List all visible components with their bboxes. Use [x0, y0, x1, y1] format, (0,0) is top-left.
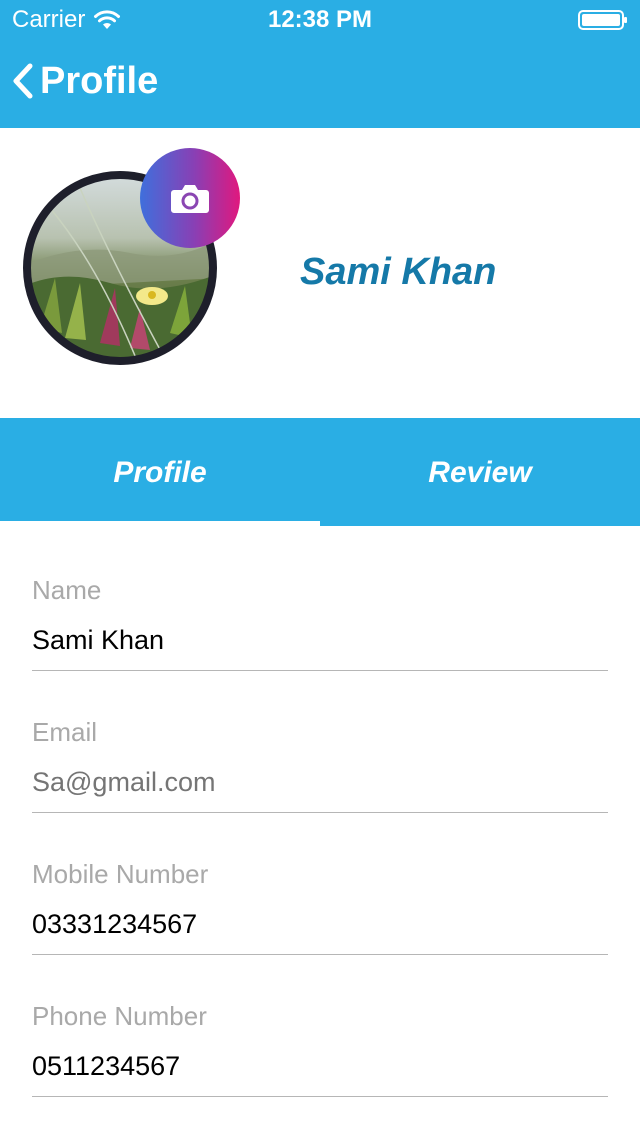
navigation-bar: Profile	[0, 40, 640, 128]
mobile-number-field[interactable]	[32, 904, 608, 944]
status-bar: Carrier 12:38 PM	[0, 0, 640, 40]
nav-title: Profile	[40, 60, 159, 102]
phone-label: Phone Number	[32, 1001, 207, 1031]
name-field[interactable]	[32, 620, 608, 660]
name-field-group: Name	[32, 556, 608, 698]
change-photo-button[interactable]	[140, 148, 240, 248]
tab-bar: Profile Review	[0, 418, 640, 526]
battery-icon	[578, 10, 627, 30]
mobile-label: Mobile Number	[32, 859, 209, 889]
profile-section: Sami Khan	[0, 128, 640, 418]
chevron-left-icon	[13, 63, 33, 99]
profile-form: Name Email Mobile Number Phone Number	[32, 556, 608, 1124]
name-underline	[32, 670, 608, 671]
email-label: Email	[32, 717, 98, 747]
active-tab-indicator	[0, 521, 320, 526]
phone-underline	[32, 1096, 608, 1097]
profile-name: Sami Khan	[300, 251, 497, 293]
name-label: Name	[32, 575, 102, 605]
email-underline	[32, 812, 608, 813]
camera-icon	[171, 185, 209, 213]
tab-review[interactable]: Review	[320, 418, 640, 526]
phone-field-group: Phone Number	[32, 982, 608, 1124]
status-time: 12:38 PM	[267, 6, 373, 33]
email-field[interactable]	[32, 762, 608, 802]
phone-number-field[interactable]	[32, 1046, 608, 1086]
mobile-underline	[32, 954, 608, 955]
tab-profile[interactable]: Profile	[0, 418, 320, 526]
app-header: Carrier 12:38 PM Profile	[0, 0, 640, 128]
email-field-group: Email	[32, 698, 608, 840]
mobile-field-group: Mobile Number	[32, 840, 608, 982]
back-button[interactable]: Profile	[12, 56, 158, 106]
